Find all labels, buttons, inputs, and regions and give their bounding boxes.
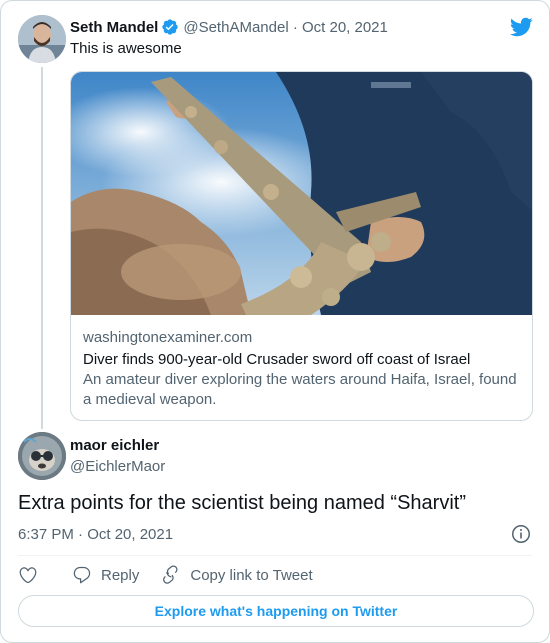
- embedded-tweet-card: Seth Mandel @SethAMandel · Oct 20, 2021 …: [0, 0, 550, 643]
- link-icon: [163, 565, 178, 584]
- tweet-actions: Reply Copy link to Tweet: [18, 563, 313, 587]
- main-tweet-text: Extra points for the scientist being nam…: [18, 492, 466, 514]
- reply-button[interactable]: Reply: [72, 565, 139, 585]
- handle-and-date[interactable]: @SethAMandel · Oct 20, 2021: [183, 19, 388, 36]
- author-avatar-seth[interactable]: [18, 15, 66, 63]
- author-name[interactable]: Seth Mandel: [70, 19, 158, 36]
- copy-link-label: Copy link to Tweet: [190, 566, 313, 584]
- reply-icon: [73, 566, 91, 584]
- copy-link-button[interactable]: Copy link to Tweet: [161, 565, 313, 585]
- thread-connector-line: [41, 67, 43, 429]
- link-preview-image[interactable]: [71, 72, 532, 315]
- link-description: An amateur diver exploring the waters ar…: [83, 371, 517, 408]
- info-icon[interactable]: [511, 524, 531, 544]
- like-button[interactable]: [18, 565, 38, 585]
- link-title: Diver finds 900-year-old Crusader sword …: [83, 351, 471, 368]
- link-preview-card[interactable]: washingtonexaminer.com Diver finds 900-y…: [70, 71, 533, 421]
- main-author-handle[interactable]: @EichlerMaor: [70, 457, 165, 477]
- main-author-name[interactable]: maor eichler: [70, 436, 159, 456]
- heart-icon: [19, 567, 37, 584]
- tweet-timestamp[interactable]: 6:37 PM · Oct 20, 2021: [18, 525, 173, 545]
- twitter-bird-icon[interactable]: [509, 15, 533, 39]
- divider: [18, 555, 532, 556]
- link-preview-meta: washingtonexaminer.com Diver finds 900-y…: [83, 328, 520, 410]
- parent-tweet-text: This is awesome: [70, 40, 182, 57]
- link-domain: washingtonexaminer.com: [83, 329, 253, 346]
- explore-twitter-button[interactable]: Explore what's happening on Twitter: [18, 595, 534, 627]
- parent-tweet-header: Seth Mandel @SethAMandel · Oct 20, 2021: [70, 17, 388, 37]
- reply-label: Reply: [101, 566, 140, 584]
- verified-badge-icon: [161, 18, 179, 36]
- author-avatar-maor[interactable]: [18, 432, 66, 480]
